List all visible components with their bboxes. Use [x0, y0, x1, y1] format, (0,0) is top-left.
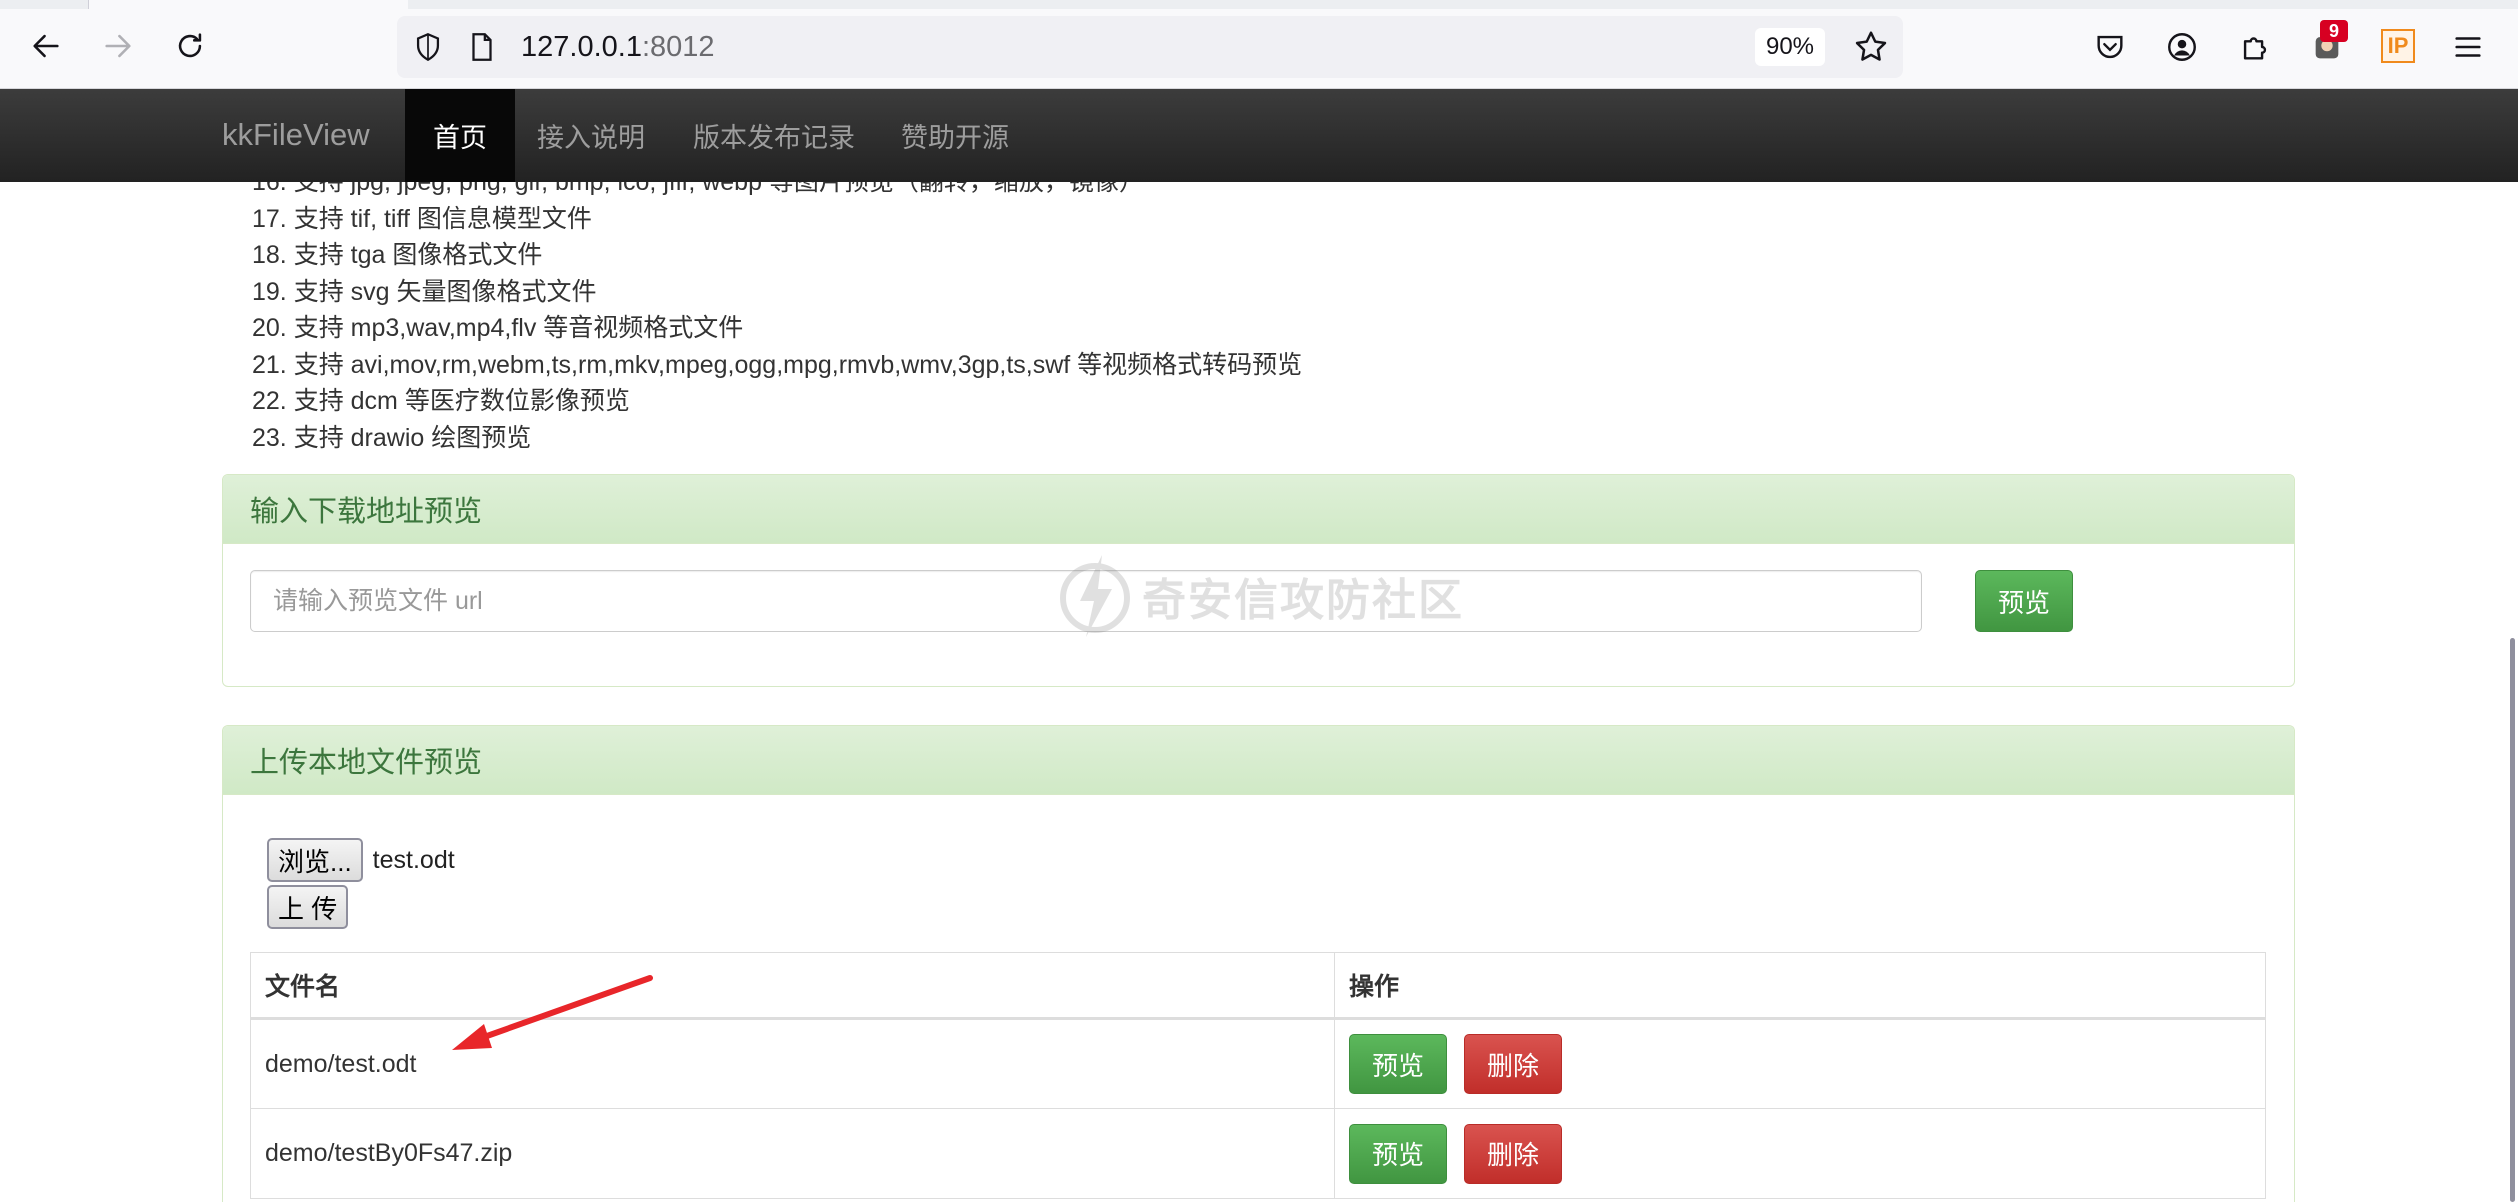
scrollbar-thumb[interactable] [2510, 638, 2515, 1202]
account-icon[interactable] [2163, 28, 2201, 66]
page-icon[interactable] [465, 30, 499, 64]
feature-list: 16. 支持 jpg, jpeg, png, gif, bmp, ico, jf… [252, 182, 1302, 456]
preview-url-input[interactable] [250, 570, 1922, 632]
site-navbar: kkFileView 首页 接入说明 版本发布记录 赞助开源 [0, 89, 2518, 182]
upload-button[interactable]: 上 传 [267, 885, 349, 929]
upload-preview-panel: 上传本地文件预览 浏览... test.odt 上 传 文件名 操作 demo/… [222, 725, 2295, 1202]
row-preview-button[interactable]: 预览 [1349, 1123, 1447, 1184]
table-row: demo/testBy0Fs47.zip 预览 删除 [250, 1108, 2266, 1199]
feature-item: 19. 支持 svg 矢量图像格式文件 [252, 277, 597, 306]
ip-extension-icon[interactable]: IP [2381, 29, 2415, 63]
forward-icon[interactable] [94, 22, 142, 70]
file-name-cell: demo/test.odt [250, 1018, 1335, 1109]
browser-tab[interactable] [88, 0, 408, 9]
nav-item-integration[interactable]: 接入说明 [509, 89, 673, 182]
reload-icon[interactable] [166, 22, 214, 70]
url-host: 127.0.0.1 [521, 31, 642, 63]
pocket-icon[interactable] [2091, 28, 2129, 66]
bookmark-star-icon[interactable] [1852, 28, 1890, 66]
url-preview-button[interactable]: 预览 [1975, 570, 2073, 632]
back-icon[interactable] [22, 22, 70, 70]
url-preview-panel: 输入下载地址预览 预览 [222, 474, 2295, 687]
row-delete-button[interactable]: 删除 [1464, 1034, 1562, 1094]
column-header-actions: 操作 [1334, 952, 2266, 1020]
page-content: 16. 支持 jpg, jpeg, png, gif, bmp, ico, jf… [0, 182, 2518, 1202]
url-preview-panel-title: 输入下载地址预览 [223, 475, 2294, 544]
file-picker: 浏览... test.odt [267, 838, 455, 882]
extensions-icon[interactable] [2236, 28, 2274, 66]
url-port: :8012 [641, 31, 715, 63]
address-bar[interactable]: 127.0.0.1:8012 90% [397, 16, 1903, 78]
zoom-level[interactable]: 90% [1755, 28, 1825, 66]
feature-item: 21. 支持 avi,mov,rm,webm,ts,rm,mkv,mpeg,og… [252, 350, 1303, 379]
file-name-cell: demo/testBy0Fs47.zip [250, 1108, 1335, 1199]
feature-item: 20. 支持 mp3,wav,mp4,flv 等音视频格式文件 [252, 314, 744, 342]
feature-item: 23. 支持 drawio 绘图预览 [252, 423, 532, 452]
nav-item-home[interactable]: 首页 [405, 89, 515, 182]
row-preview-button[interactable]: 预览 [1349, 1034, 1447, 1094]
row-delete-button[interactable]: 删除 [1464, 1123, 1562, 1184]
feature-item: 16. 支持 jpg, jpeg, png, gif, bmp, ico, jf… [252, 182, 1144, 196]
feature-item: 18. 支持 tga 图像格式文件 [252, 241, 543, 269]
browse-button[interactable]: 浏览... [267, 838, 363, 882]
actions-cell: 预览 删除 [1334, 1108, 2266, 1199]
nav-item-release-notes[interactable]: 版本发布记录 [665, 89, 883, 182]
shield-icon[interactable] [411, 30, 445, 64]
site-brand[interactable]: kkFileView [222, 117, 370, 153]
upload-panel-title: 上传本地文件预览 [223, 726, 2294, 795]
url-text[interactable]: 127.0.0.1:8012 [521, 31, 715, 64]
selected-file-name: test.odt [372, 845, 455, 874]
hamburger-menu-icon[interactable] [2449, 28, 2487, 66]
nav-item-sponsor[interactable]: 赞助开源 [873, 89, 1037, 182]
feature-item: 17. 支持 tif, tiff 图信息模型文件 [252, 204, 592, 233]
feature-item: 22. 支持 dcm 等医疗数位影像预览 [252, 387, 630, 415]
extension-badge-count: 9 [2320, 20, 2348, 42]
column-header-filename: 文件名 [250, 952, 1335, 1020]
annotation-arrow-icon [452, 975, 653, 1050]
actions-cell: 预览 删除 [1334, 1018, 2266, 1109]
page-scrollbar[interactable] [2504, 182, 2518, 1202]
browser-toolbar: 127.0.0.1:8012 90% 9 IP [0, 0, 2518, 89]
